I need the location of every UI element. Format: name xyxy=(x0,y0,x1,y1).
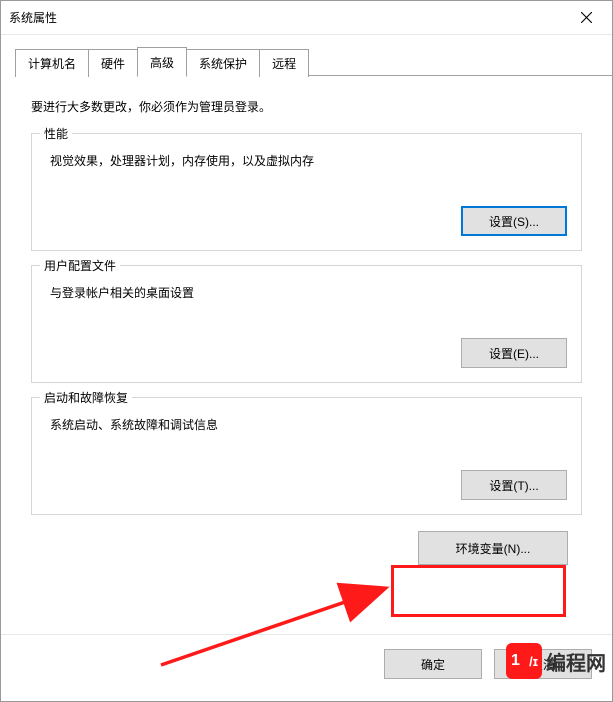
tab-strip: 计算机名 硬件 高级 系统保护 远程 xyxy=(15,47,612,76)
watermark-text: 编程网 xyxy=(546,647,606,676)
intro-text: 要进行大多数更改，你必须作为管理员登录。 xyxy=(31,98,582,115)
tab-computer-name[interactable]: 计算机名 xyxy=(15,49,89,77)
titlebar: 系统属性 xyxy=(1,1,612,35)
startup-recovery-settings-button[interactable]: 设置(T)... xyxy=(461,470,567,500)
group-user-profiles: 用户配置文件 与登录帐户相关的桌面设置 设置(E)... xyxy=(31,265,582,383)
group-user-profiles-desc: 与登录帐户相关的桌面设置 xyxy=(50,284,567,302)
group-startup-recovery: 启动和故障恢复 系统启动、系统故障和调试信息 设置(T)... xyxy=(31,397,582,515)
tab-advanced[interactable]: 高级 xyxy=(137,47,187,77)
tab-hardware[interactable]: 硬件 xyxy=(88,49,138,77)
watermark-logo-icon xyxy=(506,643,542,679)
close-button[interactable] xyxy=(564,2,608,34)
tab-content: 要进行大多数更改，你必须作为管理员登录。 性能 视觉效果，处理器计划，内存使用，… xyxy=(1,76,612,575)
window-title: 系统属性 xyxy=(9,9,57,26)
tab-remote[interactable]: 远程 xyxy=(259,49,309,77)
watermark: 编程网 xyxy=(506,643,606,679)
group-performance-desc: 视觉效果，处理器计划，内存使用，以及虚拟内存 xyxy=(50,152,567,170)
performance-settings-button[interactable]: 设置(S)... xyxy=(461,206,567,236)
user-profiles-settings-button[interactable]: 设置(E)... xyxy=(461,338,567,368)
close-icon xyxy=(581,12,592,23)
group-startup-recovery-desc: 系统启动、系统故障和调试信息 xyxy=(50,416,567,434)
group-performance-title: 性能 xyxy=(40,125,72,142)
group-performance: 性能 视觉效果，处理器计划，内存使用，以及虚拟内存 设置(S)... xyxy=(31,133,582,251)
group-startup-recovery-title: 启动和故障恢复 xyxy=(40,389,132,406)
environment-variables-button[interactable]: 环境变量(N)... xyxy=(418,531,568,565)
tab-system-protection[interactable]: 系统保护 xyxy=(186,49,260,77)
ok-button[interactable]: 确定 xyxy=(384,649,482,679)
group-user-profiles-title: 用户配置文件 xyxy=(40,257,120,274)
